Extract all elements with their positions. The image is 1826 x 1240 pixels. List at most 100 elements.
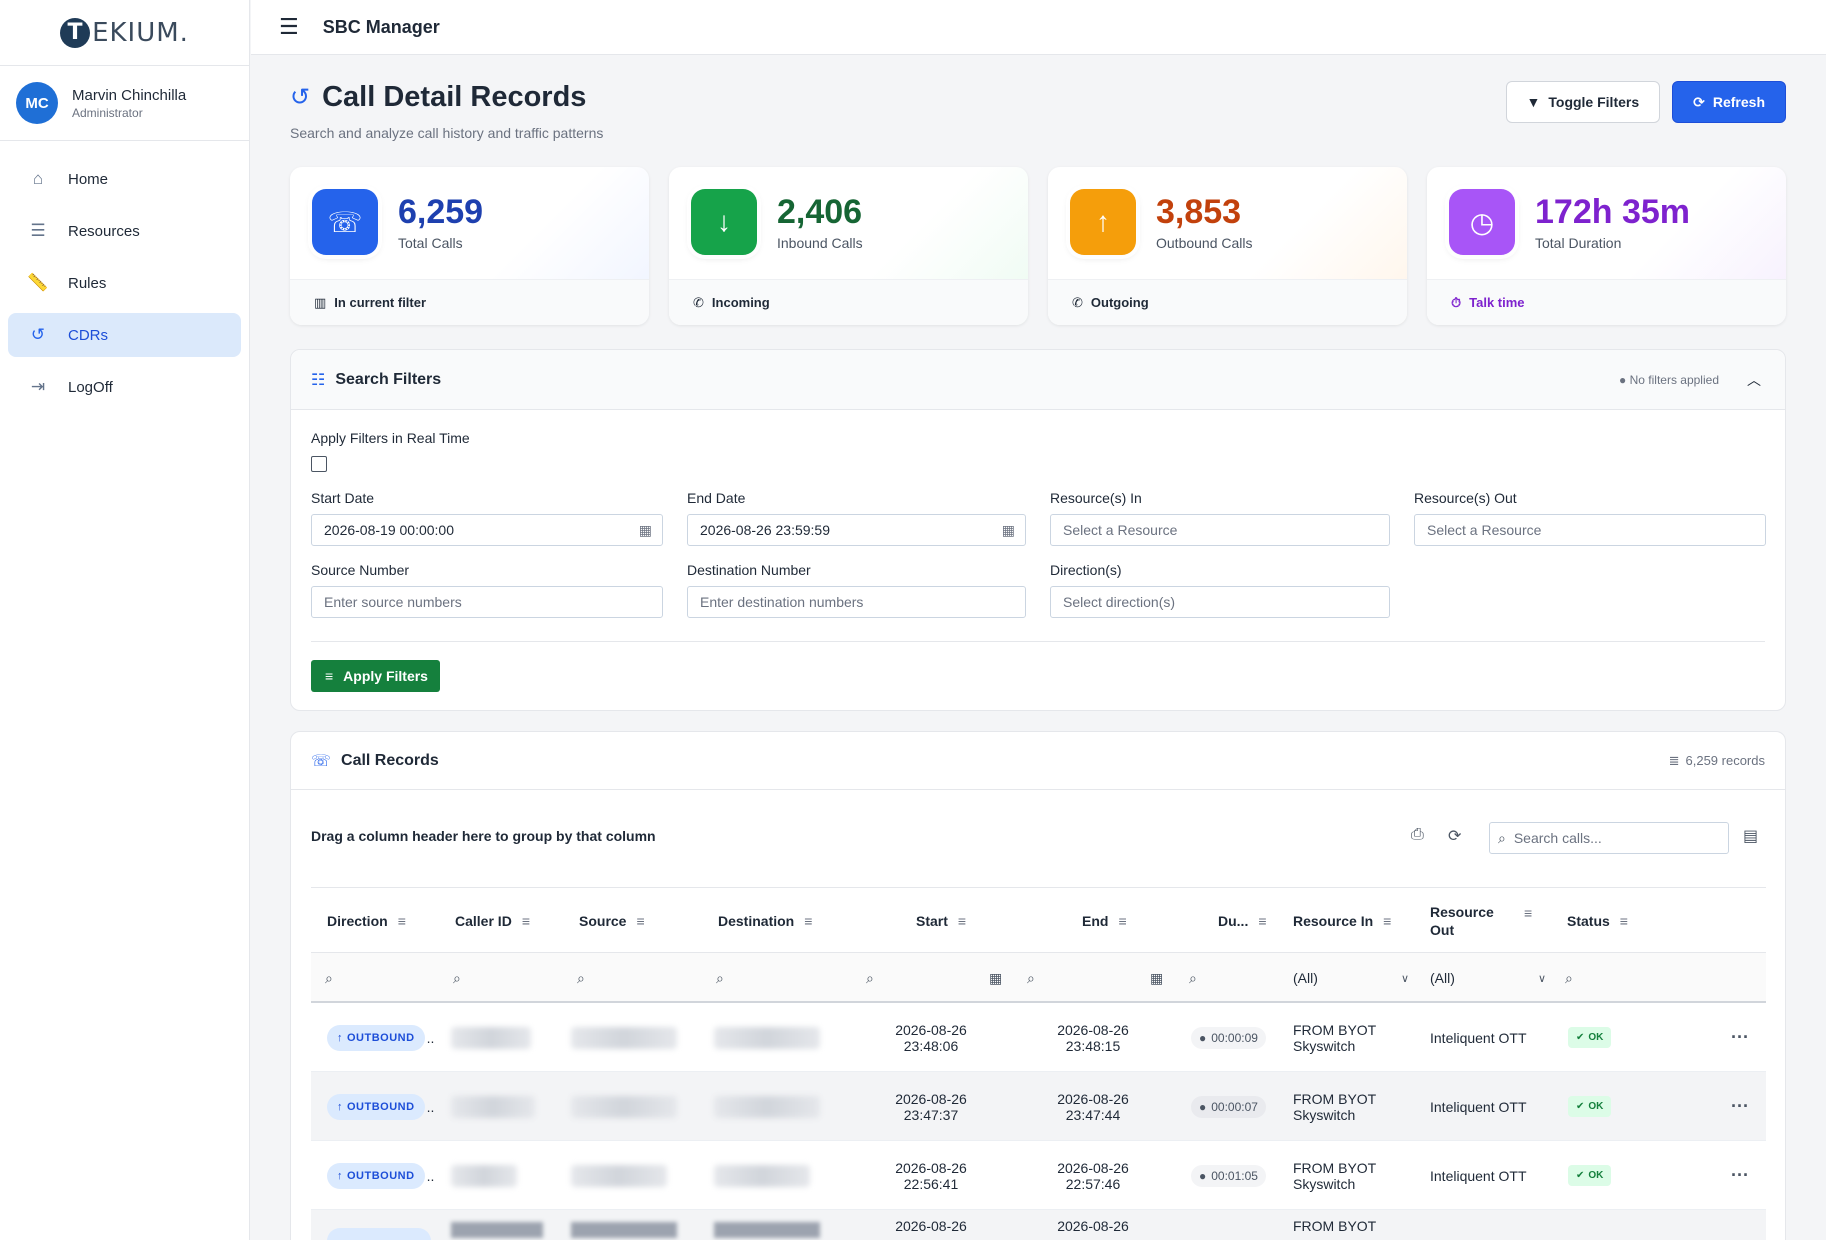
row-actions-icon[interactable]: ··· — [1731, 1096, 1749, 1117]
start-cell: 2026-08-26 23:47:37 — [895, 1090, 967, 1123]
filter-cell-duration[interactable]: ⌕ — [1189, 953, 1197, 1003]
search-icon: ⌕ — [866, 969, 874, 986]
resources-in-select[interactable]: Select a Resource — [1050, 514, 1390, 546]
clock-icon: ● — [1199, 1030, 1207, 1045]
menu-icon[interactable]: ☰ — [279, 14, 299, 40]
group-panel-hint[interactable]: Drag a column header here to group by th… — [311, 828, 656, 844]
filter-icon[interactable]: ≡ — [1383, 913, 1391, 929]
filter-cell-status[interactable]: ⌕ — [1565, 953, 1573, 1003]
column-header-caller-id[interactable]: Caller ID ≡ — [455, 888, 530, 954]
resource-out-cell: Inteliquent OTT — [1430, 1167, 1527, 1184]
table-row[interactable]: ↑ OUTBOUND.. 2026-08-26 22:56:41 2026-08-2… — [311, 1141, 1766, 1210]
filter-icon[interactable]: ≡ — [398, 913, 406, 929]
sidebar-item-rules[interactable]: 📏 Rules — [8, 261, 241, 305]
calendar-icon[interactable]: ▦ — [1150, 953, 1163, 1003]
filter-cell-direction[interactable]: ⌕ — [325, 953, 333, 1003]
reload-icon[interactable]: ⟳ — [1448, 826, 1461, 846]
check-circle-icon: ✔ — [1576, 1101, 1585, 1112]
search-filters-header[interactable]: ☷ Search Filters ● No filters applied ︿ — [291, 350, 1785, 410]
grid-filter-row: ⌕ ⌕ ⌕ ⌕ ⌕ ▦ ⌕ ▦ ⌕ (All) ∨ (All) ∨ ⌕ — [311, 953, 1766, 1003]
check-circle-icon: ✔ — [1576, 1032, 1585, 1043]
stat-footer: Incoming — [711, 295, 770, 310]
redacted-source — [571, 1095, 677, 1118]
resource-out-cell: Inteliquent OTT — [1430, 1098, 1527, 1115]
column-header-end[interactable]: End ≡ — [1082, 888, 1127, 954]
sidebar-item-resources[interactable]: ☰ Resources — [8, 209, 241, 253]
stat-label: Total Duration — [1535, 235, 1622, 251]
column-header-duration[interactable]: Du... ≡ — [1218, 888, 1267, 954]
logo-text: EKIUM. — [92, 17, 189, 48]
column-header-start[interactable]: Start ≡ — [916, 888, 966, 954]
stats-row: ☏ 6,259 Total Calls ▥ In current filter ↓… — [290, 167, 1786, 325]
filter-icon[interactable]: ≡ — [522, 913, 530, 929]
toggle-filters-button[interactable]: ▼ Toggle Filters — [1505, 81, 1661, 123]
collapse-icon[interactable]: ︿ — [1747, 370, 1761, 390]
sidebar-item-cdrs[interactable]: ↺ CDRs — [8, 313, 241, 357]
calendar-icon[interactable]: ▦ — [1002, 522, 1015, 539]
search-calls-input[interactable]: ⌕ Search calls... — [1489, 822, 1729, 854]
directions-select[interactable]: Select direction(s) — [1050, 586, 1390, 618]
database-icon: ≣ — [1668, 752, 1680, 768]
column-header-resource-in[interactable]: Resource In ≡ — [1293, 888, 1391, 954]
resources-out-select[interactable]: Select a Resource — [1414, 514, 1766, 546]
filter-icon[interactable]: ≡ — [1620, 913, 1628, 929]
calendar-icon[interactable]: ▦ — [989, 953, 1002, 1003]
filter-cell-destination[interactable]: ⌕ — [716, 953, 724, 1003]
start-date-input[interactable]: 2026-08-19 00:00:00 ▦ — [311, 514, 663, 546]
filter-cell-source[interactable]: ⌕ — [577, 953, 585, 1003]
refresh-button[interactable]: ⟳ Refresh — [1672, 81, 1786, 123]
call-records-grid: Direction ≡ Caller ID ≡ Source ≡ Destinatio… — [311, 887, 1766, 1240]
refresh-icon: ⟳ — [1693, 93, 1705, 110]
search-icon: ⌕ — [1189, 969, 1197, 986]
resource-in-cell: FROM BYOT Skyswitch — [1293, 1021, 1377, 1054]
stat-label: Total Calls — [398, 235, 463, 251]
filter-icon[interactable]: ≡ — [1258, 913, 1266, 929]
realtime-checkbox[interactable] — [311, 456, 327, 472]
filter-cell-resource-out[interactable]: (All) ∨ — [1430, 953, 1546, 1003]
filter-cell-start[interactable]: ⌕ — [866, 953, 874, 1003]
table-row[interactable]: ↑ OUTBOUND.. 2026-08-26 23:48:06 2026-08-2… — [311, 1003, 1766, 1072]
column-header-destination[interactable]: Destination ≡ — [718, 888, 812, 954]
row-actions-icon[interactable]: ··· — [1731, 1027, 1749, 1048]
destination-number-label: Destination Number — [687, 562, 811, 578]
source-number-input[interactable]: Enter source numbers — [311, 586, 663, 618]
column-header-source[interactable]: Source ≡ — [579, 888, 645, 954]
filter-icon[interactable]: ≡ — [1118, 913, 1126, 929]
row-actions-icon[interactable]: ··· — [1731, 1165, 1749, 1186]
filter-icon[interactable]: ≡ — [636, 913, 644, 929]
resource-out-cell: Inteliquent OTT — [1430, 1029, 1527, 1046]
topbar: ☰ SBC Manager — [251, 0, 1826, 55]
column-header-status[interactable]: Status ≡ — [1567, 888, 1628, 954]
filter-cell-end[interactable]: ⌕ — [1027, 953, 1035, 1003]
grid-header-row: Direction ≡ Caller ID ≡ Source ≡ Destinatio… — [311, 887, 1766, 953]
filter-icon[interactable]: ≡ — [958, 913, 966, 929]
tekium-logo[interactable]: T EKIUM. — [0, 0, 249, 66]
export-xlsx-icon[interactable]: ⎙ — [1411, 826, 1424, 844]
realtime-label: Apply Filters in Real Time — [311, 430, 470, 446]
duration-pill: ● 00:00:07 — [1191, 1095, 1266, 1118]
calendar-icon[interactable]: ▦ — [639, 522, 652, 539]
filter-icon[interactable]: ≡ — [1524, 904, 1532, 922]
column-chooser-icon[interactable]: ▤ — [1743, 826, 1758, 846]
redacted-source — [571, 1026, 677, 1049]
check-circle-icon: ● — [1619, 372, 1630, 387]
chevron-down-icon: ∨ — [1537, 972, 1546, 985]
end-date-input[interactable]: 2026-08-26 23:59:59 ▦ — [687, 514, 1026, 546]
direction-badge — [327, 1228, 431, 1240]
column-header-direction[interactable]: Direction ≡ — [327, 888, 406, 954]
column-header-resource-out[interactable]: Resource Out ≡ — [1430, 888, 1540, 954]
filter-cell-resource-in[interactable]: (All) ∨ — [1293, 953, 1409, 1003]
apply-filters-button[interactable]: ≡ Apply Filters — [311, 660, 440, 692]
filter-icon[interactable]: ≡ — [804, 913, 812, 929]
table-row[interactable]: 2026-08-26 2026-08-26 FROM BYOT — [311, 1210, 1766, 1240]
sidebar-item-home[interactable]: ⌂ Home — [8, 157, 241, 201]
stat-value: 3,853 — [1156, 193, 1242, 231]
table-row[interactable]: ↑ OUTBOUND.. 2026-08-26 23:47:37 2026-08-2… — [311, 1072, 1766, 1141]
phone-call-icon: ☏ — [311, 752, 332, 770]
destination-number-input[interactable]: Enter destination numbers — [687, 586, 1026, 618]
user-card: MC Marvin Chinchilla Administrator — [0, 66, 249, 141]
stat-value: 2,406 — [777, 193, 863, 231]
filter-cell-caller-id[interactable]: ⌕ — [453, 953, 461, 1003]
search-icon: ⌕ — [325, 969, 333, 986]
sidebar-item-logoff[interactable]: ⇥ LogOff — [8, 365, 241, 409]
